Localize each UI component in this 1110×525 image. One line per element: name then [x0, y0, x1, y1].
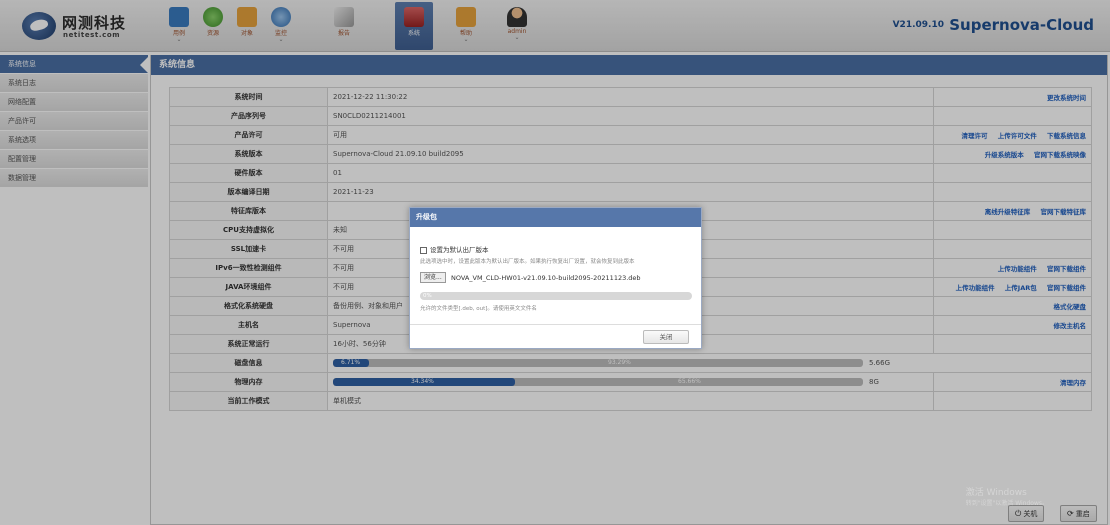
selected-filename: NOVA_VM_CLD-HW01-v21.09.10-build2095-202… [450, 273, 641, 282]
upload-progress-bar: 0% [420, 292, 692, 300]
upgrade-package-dialog: 升级包 设置为默认出厂版本 此选项选中时，设置此版本为默认出厂版本。如果执行恢复… [409, 207, 702, 349]
browse-button[interactable]: 浏览... [420, 272, 446, 283]
dialog-footer-divider [410, 324, 701, 325]
default-version-option[interactable]: 设置为默认出厂版本 [420, 244, 489, 254]
watermark-title: 激活 Windows [965, 488, 1027, 498]
default-version-hint: 此选项选中时，设置此版本为默认出厂版本。如果执行恢复出厂设置，就会恢复到此版本 [420, 259, 635, 265]
default-version-checkbox[interactable] [420, 246, 427, 254]
checkbox-label: 设置为默认出厂版本 [430, 246, 489, 254]
watermark-subtitle: 转到"设置"以激活 Windows。 [965, 500, 1048, 507]
upload-progress-label: 0% [423, 293, 432, 299]
dialog-title: 升级包 [410, 208, 701, 227]
file-picker: 浏览... NOVA_VM_CLD-HW01-v21.09.10-build20… [420, 272, 641, 283]
close-button[interactable]: 关闭 [643, 330, 689, 344]
allowed-file-types: 允许的文件类型[.deb, out]。请使用英文文件名 [420, 306, 537, 312]
windows-activation-watermark: 激活 Windows 转到"设置"以激活 Windows。 [966, 485, 1048, 507]
